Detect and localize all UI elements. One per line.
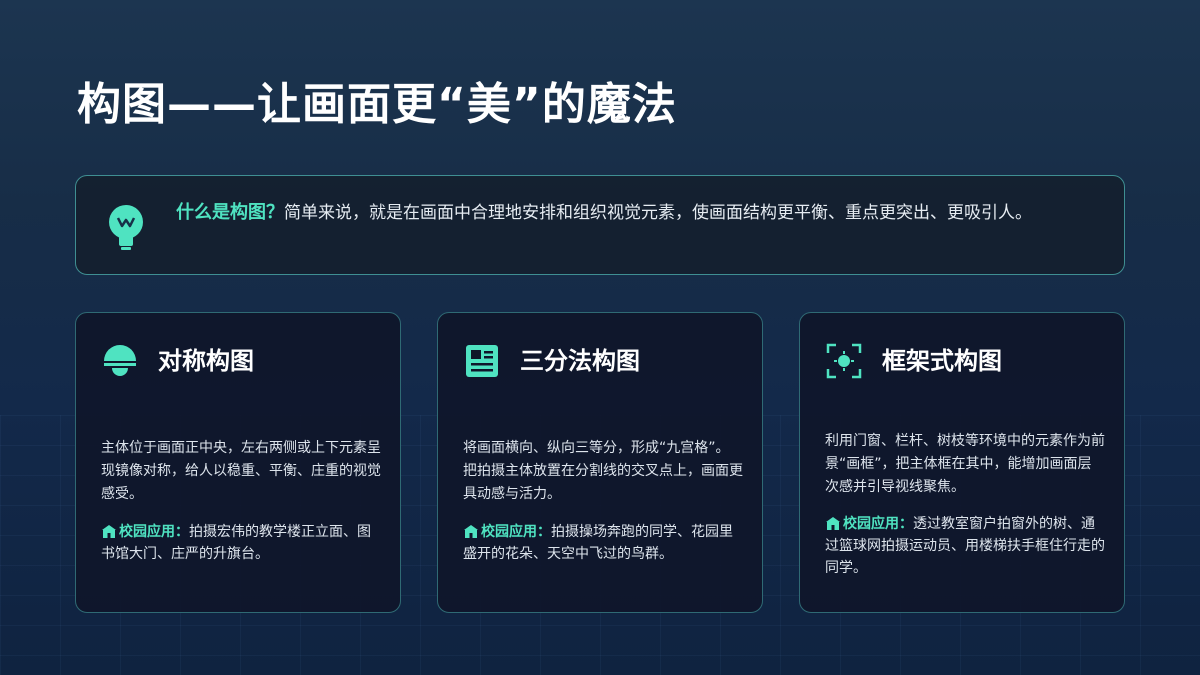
intro-text: 什么是构图？简单来说，就是在画面中合理地安排和组织视觉元素，使画面结构更平衡、重… (176, 198, 1096, 228)
school-icon (464, 525, 478, 538)
card-title: 框架式构图 (882, 347, 1002, 375)
card-title: 对称构图 (158, 347, 254, 375)
application-label: 校园应用： (843, 516, 913, 532)
lightbulb-icon (109, 205, 143, 250)
intro-body: 简单来说，就是在画面中合理地安排和组织视觉元素，使画面结构更平衡、重点更突出、更… (284, 203, 1032, 223)
application-label: 校园应用： (119, 524, 189, 540)
card-symmetry: 对称构图 主体位于画面正中央，左右两侧或上下元素呈现镜像对称，给人以稳重、平衡、… (75, 312, 401, 613)
school-icon (826, 517, 840, 530)
focus-frame-icon (826, 343, 862, 379)
intro-highlight: 什么是构图？ (176, 202, 284, 223)
card-application: 校园应用：拍摄宏伟的教学楼正立面、图书馆大门、庄严的升旗台。 (101, 521, 381, 565)
card-framing: 框架式构图 利用门窗、栏杆、树枝等环境中的元素作为前景“画框”，把主体框在其中，… (799, 312, 1125, 613)
page-title: 构图——让画面更“美”的魔法 (77, 79, 677, 130)
intro-box: 什么是构图？简单来说，就是在画面中合理地安排和组织视觉元素，使画面结构更平衡、重… (75, 175, 1125, 275)
grid-document-icon (466, 345, 498, 377)
card-application: 校园应用：透过教室窗户拍窗外的树、通过篮球网拍摄运动员、用楼梯扶手框住行走的同学… (825, 513, 1105, 579)
card-application: 校园应用：拍摄操场奔跑的同学、花园里盛开的花朵、天空中飞过的鸟群。 (463, 521, 743, 565)
card-body: 利用门窗、栏杆、树枝等环境中的元素作为前景“画框”，把主体框在其中，能增加画面层… (825, 433, 1105, 495)
card-rule-of-thirds: 三分法构图 将画面横向、纵向三等分，形成“九宫格”。把拍摄主体放置在分割线的交叉… (437, 312, 763, 613)
application-label: 校园应用： (481, 524, 551, 540)
half-dome-icon (104, 345, 136, 376)
card-title: 三分法构图 (520, 347, 640, 375)
card-body: 主体位于画面正中央，左右两侧或上下元素呈现镜像对称，给人以稳重、平衡、庄重的视觉… (101, 440, 381, 502)
school-icon (102, 525, 116, 538)
card-body: 将画面横向、纵向三等分，形成“九宫格”。把拍摄主体放置在分割线的交叉点上，画面更… (463, 440, 743, 502)
